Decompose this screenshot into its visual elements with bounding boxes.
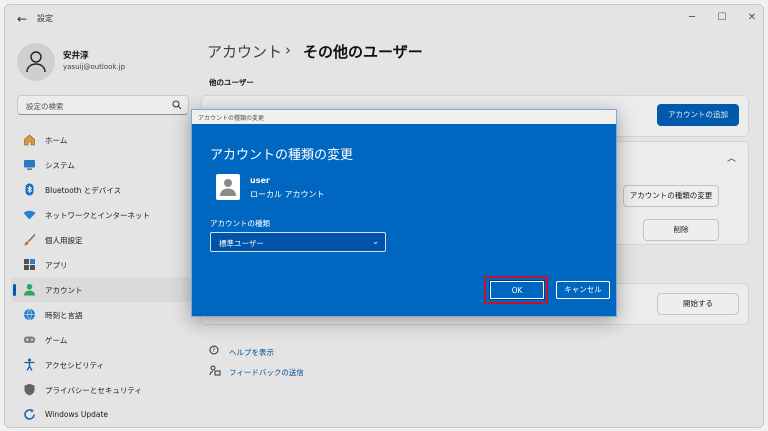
account-type-value: 標準ユーザー [219,239,264,248]
person-icon [220,179,236,196]
dialog-heading: アカウントの種類の変更 [210,148,354,163]
dialog-user-type: ローカル アカウント [250,190,325,199]
account-type-label: アカウントの種類 [210,219,270,228]
account-type-select[interactable]: 標準ユーザー ⌄ [210,232,386,252]
dialog-window-title: アカウントの種類の変更 [198,115,265,122]
cancel-button[interactable]: キャンセル [556,281,610,299]
dialog-title-bar: アカウントの種類の変更 [192,110,616,124]
settings-window: ← 設定 ─ ☐ ✕ 安井淳 yasuij@outlook.jp 設定の検索 ホ… [4,4,764,428]
dialog-user-name: user [250,176,270,185]
change-account-type-dialog: アカウントの種類の変更 アカウントの種類の変更 user ローカル アカウント … [191,109,617,317]
chevron-down-icon: ⌄ [372,237,379,246]
dialog-user-avatar [216,174,240,200]
ok-button[interactable]: OK [489,280,545,300]
